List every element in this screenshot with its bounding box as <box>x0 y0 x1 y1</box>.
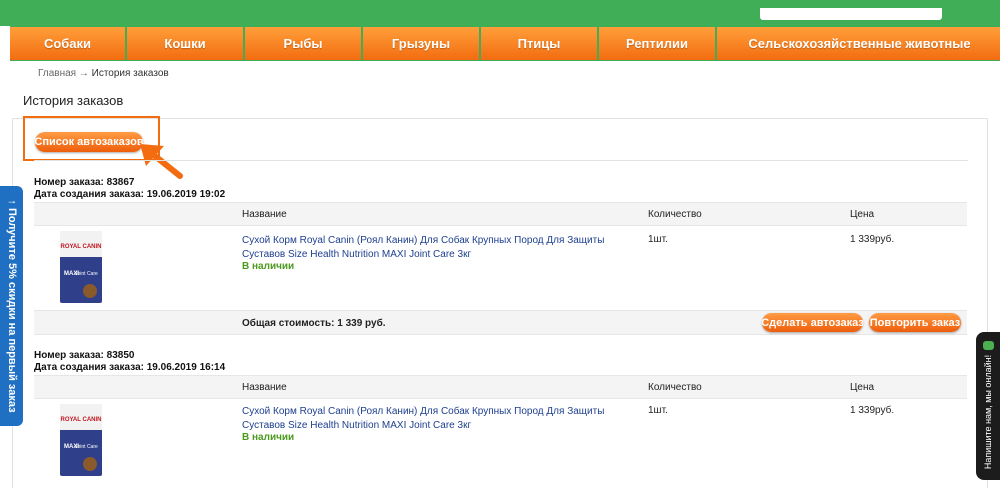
svg-text:Joint Care: Joint Care <box>75 444 98 450</box>
breadcrumb-home-link[interactable]: Главная <box>38 68 76 79</box>
search-input[interactable] <box>760 8 942 20</box>
breadcrumb-current: История заказов <box>91 68 169 79</box>
nav-item-reptiles[interactable]: Рептилии <box>599 27 717 60</box>
nav-item-fish[interactable]: Рыбы <box>245 27 363 60</box>
product-link[interactable]: Сухой Корм Royal Canin (Роял Канин) Для … <box>242 234 642 262</box>
nav-item-dogs[interactable]: Собаки <box>10 27 127 60</box>
order-total: Общая стоимость: 1 339 руб. <box>242 318 386 329</box>
chat-bubble-icon <box>983 341 994 350</box>
online-chat-tab[interactable]: Напишите нам, мы онлайн! <box>976 332 1000 480</box>
nav-item-rodents[interactable]: Грызуны <box>363 27 481 60</box>
breadcrumb: Главная → История заказов <box>38 68 169 79</box>
repeat-order-button[interactable]: Повторить заказ <box>869 313 961 332</box>
column-header-price: Цена <box>850 382 875 393</box>
category-nav: Собаки Кошки Рыбы Грызуны Птицы Рептилии… <box>10 26 1000 61</box>
product-image[interactable]: ROYAL CANIN MAXI Joint Care <box>60 404 102 476</box>
nav-item-farm-animals[interactable]: Сельскохозяйственные животные <box>717 27 1000 60</box>
brand-logo-text: ROYAL CANIN <box>60 417 101 423</box>
breadcrumb-separator: → <box>78 68 89 79</box>
order-date: Дата создания заказа: 19.06.2019 16:14 <box>34 362 226 373</box>
brand-logo-text: ROYAL CANIN <box>60 244 101 250</box>
item-price: 1 339руб. <box>850 234 895 245</box>
nav-item-birds[interactable]: Птицы <box>481 27 599 60</box>
column-header-qty: Количество <box>648 209 702 220</box>
svg-text:Joint Care: Joint Care <box>75 271 98 277</box>
column-header-price: Цена <box>850 209 875 220</box>
table-header: Название Количество Цена <box>34 375 967 399</box>
discount-promo-tab[interactable]: ↑ Получите 5% скидки на первый заказ <box>0 186 23 426</box>
product-image[interactable]: ROYAL CANIN MAXI Joint Care <box>60 231 102 303</box>
page-title: История заказов <box>23 93 124 108</box>
column-header-name: Название <box>242 209 287 220</box>
order-number: Номер заказа: 83850 <box>34 350 135 361</box>
stock-status: В наличии <box>242 432 295 443</box>
autoorder-list-button[interactable]: Список автозаказов <box>34 132 144 152</box>
make-autoorder-button[interactable]: Сделать автозаказ <box>761 313 864 332</box>
column-header-qty: Количество <box>648 382 702 393</box>
top-strip <box>0 0 1000 26</box>
nav-item-cats[interactable]: Кошки <box>127 27 245 60</box>
order-number: Номер заказа: 83867 <box>34 177 135 188</box>
column-header-name: Название <box>242 382 287 393</box>
chat-label: Напишите нам, мы онлайн! <box>983 354 993 470</box>
divider <box>34 160 968 161</box>
discount-promo-label: ↑ Получите 5% скидки на первый заказ <box>5 199 18 413</box>
table-header: Название Количество Цена <box>34 202 967 226</box>
item-price: 1 339руб. <box>850 405 895 416</box>
item-quantity: 1шт. <box>648 405 668 416</box>
order-date: Дата создания заказа: 19.06.2019 19:02 <box>34 189 226 200</box>
item-quantity: 1шт. <box>648 234 668 245</box>
stock-status: В наличии <box>242 261 295 272</box>
product-link[interactable]: Сухой Корм Royal Canin (Роял Канин) Для … <box>242 405 642 433</box>
